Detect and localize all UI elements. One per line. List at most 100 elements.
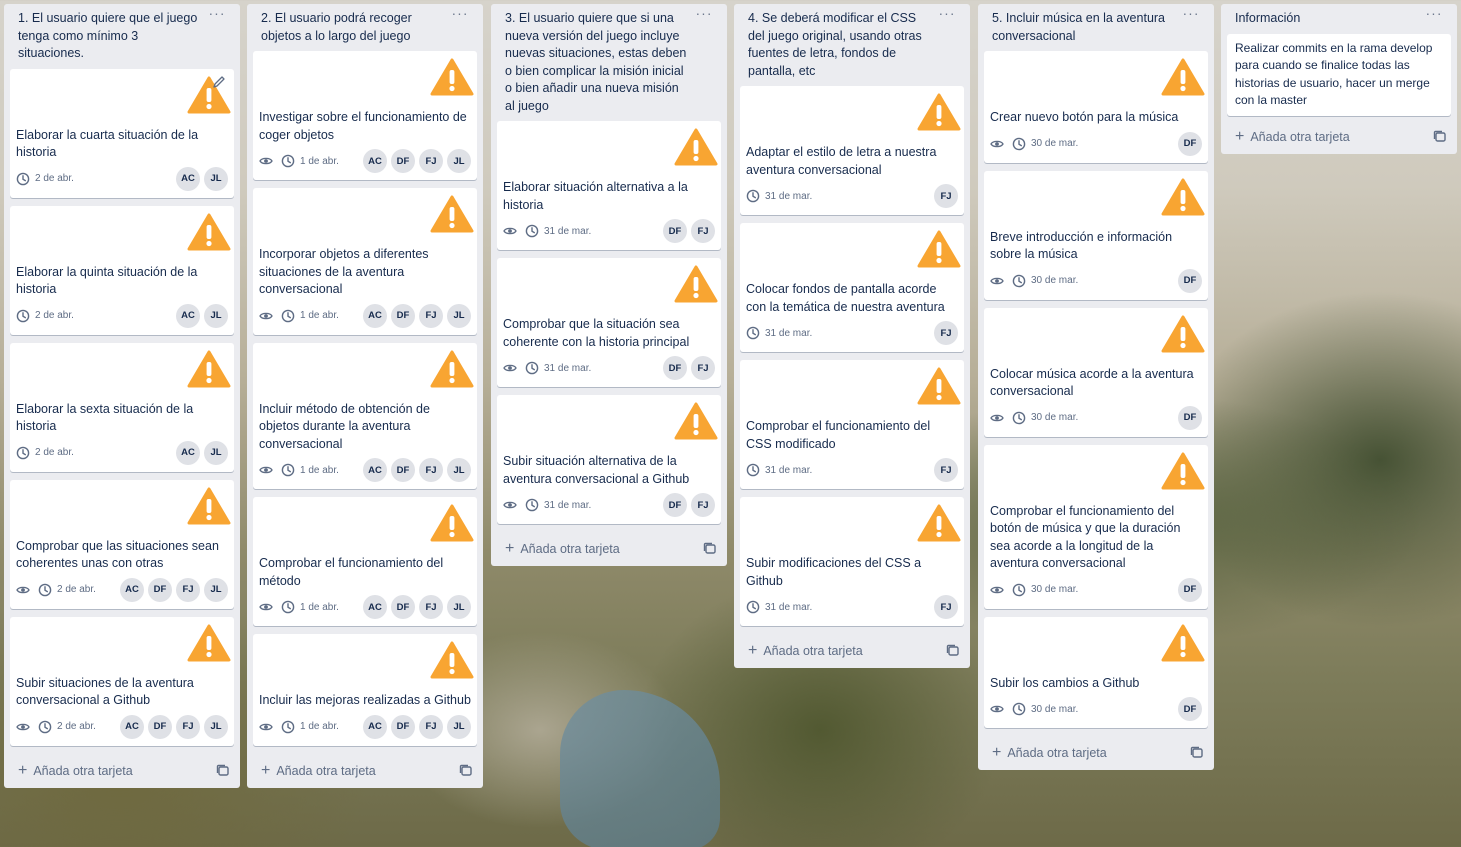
list-title[interactable]: 1. El usuario quiere que el juego tenga … — [18, 11, 197, 60]
due-date-badge[interactable]: 31 de mar. — [746, 326, 812, 340]
template-icon[interactable] — [1433, 130, 1447, 144]
due-date-badge[interactable]: 1 de abr. — [281, 720, 339, 734]
member-avatar[interactable]: JL — [204, 440, 228, 465]
list-header[interactable]: Información ··· — [1227, 4, 1451, 34]
list-header[interactable]: 1. El usuario quiere que el juego tenga … — [10, 4, 234, 69]
add-card-button[interactable]: + Añada otra tarjeta — [1227, 120, 1451, 154]
card[interactable]: Subir modificaciones del CSS a Github 31… — [740, 497, 964, 626]
member-avatar[interactable]: DF — [391, 149, 415, 173]
card[interactable]: Elaborar la cuarta situación de la histo… — [10, 68, 234, 198]
card[interactable]: Colocar fondos de pantalla acorde con la… — [740, 223, 964, 352]
member-avatar[interactable]: JL — [447, 595, 471, 619]
member-avatar[interactable]: AC — [176, 166, 200, 191]
member-avatar[interactable]: AC — [176, 303, 200, 328]
due-date-badge[interactable]: 1 de abr. — [281, 463, 339, 477]
member-avatar[interactable]: DF — [148, 577, 172, 602]
member-avatar[interactable]: DF — [148, 714, 172, 739]
list-header[interactable]: 5. Incluir música en la aventura convers… — [984, 4, 1208, 51]
member-avatar[interactable]: JL — [447, 303, 471, 328]
card[interactable]: Incluir método de obtención de objetos d… — [253, 342, 477, 489]
member-avatar[interactable]: AC — [363, 714, 387, 739]
member-avatar[interactable]: DF — [1178, 131, 1202, 156]
card[interactable]: Comprobar que la situación sea coherente… — [497, 258, 721, 387]
list-title[interactable]: 4. Se deberá modificar el CSS del juego … — [748, 11, 922, 78]
list-menu-icon[interactable]: ··· — [1180, 6, 1202, 24]
member-avatar[interactable]: JL — [447, 714, 471, 739]
card[interactable]: Adaptar el estilo de letra a nuestra ave… — [740, 86, 964, 215]
card[interactable]: Crear nuevo botón para la música 30 de m… — [984, 51, 1208, 163]
card[interactable]: Breve introducción e información sobre l… — [984, 170, 1208, 300]
card[interactable]: Elaborar situación alternativa a la hist… — [497, 121, 721, 250]
card[interactable]: Investigar sobre el funcionamiento de co… — [253, 51, 477, 180]
due-date-badge[interactable]: 31 de mar. — [746, 600, 812, 614]
card[interactable]: Incluir las mejoras realizadas a Github … — [253, 634, 477, 746]
member-avatar[interactable]: FJ — [691, 356, 715, 380]
card[interactable]: Colocar música acorde a la aventura conv… — [984, 307, 1208, 437]
template-icon[interactable] — [703, 542, 717, 556]
member-avatar[interactable]: JL — [447, 149, 471, 173]
due-date-badge[interactable]: 2 de abr. — [38, 720, 96, 734]
due-date-badge[interactable]: 31 de mar. — [525, 361, 591, 375]
member-avatar[interactable]: AC — [176, 440, 200, 465]
member-avatar[interactable]: FJ — [419, 458, 443, 482]
list-header[interactable]: 4. Se deberá modificar el CSS del juego … — [740, 4, 964, 86]
member-avatar[interactable]: DF — [391, 714, 415, 739]
list-title[interactable]: 5. Incluir música en la aventura convers… — [992, 11, 1165, 43]
template-icon[interactable] — [459, 764, 473, 778]
member-avatar[interactable]: DF — [391, 458, 415, 482]
due-date-badge[interactable]: 1 de abr. — [281, 600, 339, 614]
add-card-button[interactable]: + Añada otra tarjeta — [984, 736, 1208, 770]
member-avatar[interactable]: AC — [363, 595, 387, 619]
member-avatar[interactable]: DF — [663, 493, 687, 517]
due-date-badge[interactable]: 1 de abr. — [281, 154, 339, 168]
member-avatar[interactable]: FJ — [934, 321, 958, 345]
member-avatar[interactable]: AC — [120, 714, 144, 739]
due-date-badge[interactable]: 2 de abr. — [38, 583, 96, 597]
member-avatar[interactable]: FJ — [176, 577, 200, 602]
pencil-edit-icon[interactable] — [212, 75, 226, 89]
card[interactable]: Comprobar el funcionamiento del método 1… — [253, 497, 477, 626]
member-avatar[interactable]: JL — [447, 458, 471, 482]
due-date-badge[interactable]: 2 de abr. — [16, 309, 74, 323]
member-avatar[interactable]: FJ — [691, 493, 715, 517]
due-date-badge[interactable]: 30 de mar. — [1012, 274, 1078, 288]
template-icon[interactable] — [216, 764, 230, 778]
member-avatar[interactable]: DF — [391, 595, 415, 619]
member-avatar[interactable]: FJ — [419, 595, 443, 619]
member-avatar[interactable]: AC — [363, 458, 387, 482]
member-avatar[interactable]: JL — [204, 714, 228, 739]
member-avatar[interactable]: DF — [1178, 577, 1202, 602]
due-date-badge[interactable]: 30 de mar. — [1012, 583, 1078, 597]
member-avatar[interactable]: AC — [363, 303, 387, 328]
member-avatar[interactable]: DF — [663, 219, 687, 243]
list-menu-icon[interactable]: ··· — [206, 6, 228, 24]
due-date-badge[interactable]: 31 de mar. — [525, 498, 591, 512]
due-date-badge[interactable]: 2 de abr. — [16, 446, 74, 460]
card[interactable]: Elaborar la quinta situación de la histo… — [10, 205, 234, 335]
list-menu-icon[interactable]: ··· — [449, 6, 471, 24]
list-header[interactable]: 3. El usuario quiere que si una nueva ve… — [497, 4, 721, 121]
member-avatar[interactable]: DF — [663, 356, 687, 380]
member-avatar[interactable]: DF — [1178, 697, 1202, 721]
card[interactable]: Incorporar objetos a diferentes situacio… — [253, 188, 477, 335]
add-card-button[interactable]: + Añada otra tarjeta — [740, 634, 964, 668]
card[interactable]: Comprobar el funcionamiento del botón de… — [984, 444, 1208, 609]
template-icon[interactable] — [946, 644, 960, 658]
due-date-badge[interactable]: 2 de abr. — [16, 172, 74, 186]
due-date-badge[interactable]: 1 de abr. — [281, 309, 339, 323]
due-date-badge[interactable]: 30 de mar. — [1012, 702, 1078, 716]
member-avatar[interactable]: DF — [1178, 268, 1202, 293]
list-menu-icon[interactable]: ··· — [1423, 6, 1445, 24]
member-avatar[interactable]: JL — [204, 166, 228, 191]
member-avatar[interactable]: DF — [391, 303, 415, 328]
add-card-button[interactable]: + Añada otra tarjeta — [253, 754, 477, 788]
member-avatar[interactable]: FJ — [691, 219, 715, 243]
list-menu-icon[interactable]: ··· — [693, 6, 715, 24]
list-header[interactable]: 2. El usuario podrá recoger objetos a lo… — [253, 4, 477, 51]
member-avatar[interactable]: JL — [204, 577, 228, 602]
member-avatar[interactable]: FJ — [934, 458, 958, 482]
member-avatar[interactable]: AC — [120, 577, 144, 602]
list-menu-icon[interactable]: ··· — [936, 6, 958, 24]
member-avatar[interactable]: FJ — [419, 149, 443, 173]
member-avatar[interactable]: FJ — [419, 714, 443, 739]
